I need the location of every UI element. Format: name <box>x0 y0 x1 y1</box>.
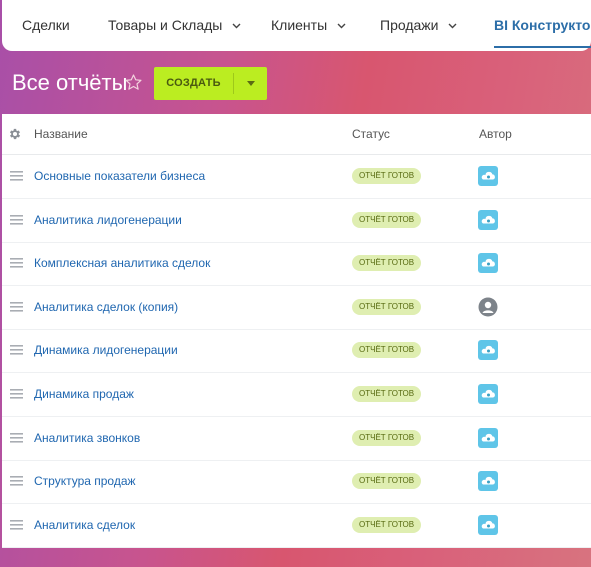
status-badge: ОТЧЁТ ГОТОВ <box>352 516 422 533</box>
star-icon[interactable] <box>124 73 143 92</box>
table-row[interactable]: Комплексная аналитика сделок ОТЧЁТ ГОТОВ <box>2 242 591 287</box>
drag-handle-icon[interactable] <box>10 432 23 443</box>
drag-handle-icon[interactable] <box>10 214 23 225</box>
status-badge: ОТЧЁТ ГОТОВ <box>352 211 422 228</box>
drag-handle-icon[interactable] <box>10 345 23 355</box>
create-button[interactable]: СОЗДАТЬ <box>154 67 267 100</box>
status-badge: ОТЧЁТ ГОТОВ <box>352 473 422 490</box>
table-row[interactable]: Аналитика звонков ОТЧЁТ ГОТОВ <box>2 417 591 461</box>
report-name-link[interactable]: Основные показатели бизнеса <box>34 155 205 198</box>
top-navigation: Сделки Товары и Склады Клиенты Продажи B… <box>2 0 591 51</box>
column-header-status[interactable]: Статус <box>352 114 390 154</box>
nav-item-bi-constructor[interactable]: BI Конструктор <box>494 0 591 51</box>
nav-item-deals[interactable]: Сделки <box>22 0 70 51</box>
cloud-avatar-icon[interactable] <box>478 471 498 492</box>
table-row[interactable]: Динамика лидогенерации ОТЧЁТ ГОТОВ <box>2 329 591 374</box>
caret-down-icon <box>246 81 255 86</box>
chevron-down-icon <box>337 23 346 29</box>
column-header-author[interactable]: Автор <box>479 114 512 154</box>
create-button-label[interactable]: СОЗДАТЬ <box>154 67 233 100</box>
report-name-link[interactable]: Динамика продаж <box>34 373 134 416</box>
table-header: Название Статус Автор <box>2 114 591 155</box>
drag-handle-icon[interactable] <box>10 389 23 399</box>
report-name-link[interactable]: Динамика лидогенерации <box>34 329 178 372</box>
table-row[interactable]: Структура продаж ОТЧЁТ ГОТОВ <box>2 460 591 505</box>
report-name-link[interactable]: Аналитика лидогенерации <box>34 199 182 242</box>
page-title: Все отчёты <box>12 70 128 95</box>
table-row[interactable]: Аналитика лидогенерации ОТЧЁТ ГОТОВ <box>2 199 591 243</box>
create-dropdown-toggle[interactable] <box>234 67 267 100</box>
nav-item-label: Товары и Склады <box>108 17 223 33</box>
report-name-link[interactable]: Аналитика сделок (копия) <box>34 286 178 329</box>
column-header-name[interactable]: Название <box>34 114 88 154</box>
nav-item-sales[interactable]: Продажи <box>380 0 457 51</box>
report-name-link[interactable]: Структура продаж <box>34 460 136 503</box>
status-badge: ОТЧЁТ ГОТОВ <box>352 429 422 446</box>
chevron-down-icon <box>232 23 241 29</box>
table-row[interactable]: Аналитика сделок (копия) ОТЧЁТ ГОТОВ <box>2 286 591 330</box>
user-avatar-icon[interactable] <box>478 297 498 317</box>
table-row[interactable]: Аналитика сделок ОТЧЁТ ГОТОВ <box>2 504 591 548</box>
report-name-link[interactable]: Комплексная аналитика сделок <box>34 242 210 285</box>
report-name-link[interactable]: Аналитика сделок <box>34 504 135 547</box>
status-badge: ОТЧЁТ ГОТОВ <box>352 298 422 315</box>
drag-handle-icon[interactable] <box>10 301 23 312</box>
cloud-avatar-icon[interactable] <box>478 514 498 535</box>
drag-handle-icon[interactable] <box>10 171 23 181</box>
table-row[interactable]: Основные показатели бизнеса ОТЧЁТ ГОТОВ <box>2 155 591 199</box>
status-badge: ОТЧЁТ ГОТОВ <box>352 342 422 359</box>
table-row[interactable]: Динамика продаж ОТЧЁТ ГОТОВ <box>2 373 591 417</box>
gear-icon[interactable] <box>8 127 22 141</box>
status-badge: ОТЧЁТ ГОТОВ <box>352 168 422 184</box>
drag-handle-icon[interactable] <box>10 258 23 268</box>
nav-item-label: Продажи <box>380 17 439 33</box>
cloud-avatar-icon[interactable] <box>478 166 498 186</box>
cloud-avatar-icon[interactable] <box>478 209 498 230</box>
cloud-avatar-icon[interactable] <box>478 340 498 361</box>
reports-table: Название Статус Автор Основные показател… <box>2 114 591 548</box>
status-badge: ОТЧЁТ ГОТОВ <box>352 255 422 272</box>
drag-handle-icon[interactable] <box>10 519 23 530</box>
drag-handle-icon[interactable] <box>10 476 23 486</box>
nav-item-label: Клиенты <box>271 17 328 33</box>
nav-item-label: Сделки <box>22 17 70 33</box>
report-name-link[interactable]: Аналитика звонков <box>34 417 140 460</box>
chevron-down-icon <box>448 23 457 29</box>
nav-item-clients[interactable]: Клиенты <box>271 0 346 51</box>
cloud-avatar-icon[interactable] <box>478 253 498 274</box>
nav-item-products[interactable]: Товары и Склады <box>108 0 241 51</box>
cloud-avatar-icon[interactable] <box>478 384 498 404</box>
status-badge: ОТЧЁТ ГОТОВ <box>352 386 422 402</box>
nav-item-label: BI Конструктор <box>494 17 591 33</box>
cloud-avatar-icon[interactable] <box>478 427 498 448</box>
